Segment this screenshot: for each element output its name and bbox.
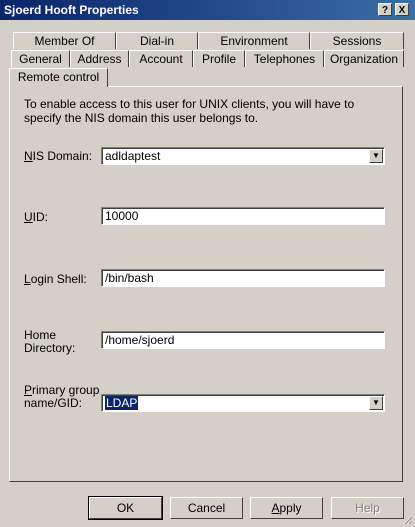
tab-telephones[interactable]: Telephones bbox=[245, 50, 324, 67]
tab-organization[interactable]: Organization bbox=[324, 50, 404, 67]
tab-member-of[interactable]: Member Of bbox=[13, 32, 116, 49]
uid-label: UID: bbox=[24, 210, 49, 224]
home-directory-field[interactable]: /home/sjoerd bbox=[101, 331, 385, 349]
chevron-down-icon[interactable]: ▼ bbox=[369, 396, 383, 410]
tab-address[interactable]: Address bbox=[70, 50, 129, 67]
nis-domain-dropdown[interactable]: adldaptest ▼ bbox=[101, 147, 385, 165]
tab-environment[interactable]: Environment bbox=[198, 32, 310, 49]
chevron-down-icon[interactable]: ▼ bbox=[369, 149, 383, 163]
window-title: Sjoerd Hooft Properties bbox=[4, 3, 139, 17]
tab-profile[interactable]: Profile bbox=[193, 50, 245, 67]
title-bar: Sjoerd Hooft Properties ? X bbox=[0, 0, 415, 20]
nis-domain-value: adldaptest bbox=[105, 149, 161, 163]
apply-button[interactable]: Apply bbox=[250, 497, 323, 519]
nis-domain-label: NIS Domain: bbox=[24, 149, 93, 163]
tab-dial-in[interactable]: Dial-in bbox=[116, 32, 198, 49]
tab-account[interactable]: Account bbox=[129, 50, 193, 67]
primary-group-value: LDAP bbox=[105, 396, 139, 410]
uid-field[interactable]: 10000 bbox=[101, 207, 385, 225]
help-icon[interactable]: ? bbox=[378, 3, 392, 16]
ok-button[interactable]: OK bbox=[88, 496, 163, 520]
close-icon[interactable]: X bbox=[395, 3, 409, 16]
intro-text: To enable access to this user for UNIX c… bbox=[24, 97, 355, 125]
primary-group-label: Primary group name/GID: bbox=[24, 383, 100, 410]
tab-sessions[interactable]: Sessions bbox=[310, 32, 404, 49]
login-shell-field[interactable]: /bin/bash bbox=[101, 269, 385, 287]
home-directory-label: Home Directory: bbox=[24, 328, 76, 355]
tab-general[interactable]: General bbox=[11, 50, 70, 67]
tab-remote-control[interactable]: Remote control bbox=[9, 68, 108, 87]
login-shell-label: Login Shell: bbox=[24, 272, 87, 286]
help-button: Help bbox=[331, 497, 404, 519]
primary-group-dropdown[interactable]: LDAP ▼ bbox=[101, 394, 385, 412]
cancel-button[interactable]: Cancel bbox=[170, 497, 243, 519]
resize-grip-icon[interactable] bbox=[403, 515, 413, 525]
tab-panel: To enable access to this user for UNIX c… bbox=[9, 86, 403, 482]
